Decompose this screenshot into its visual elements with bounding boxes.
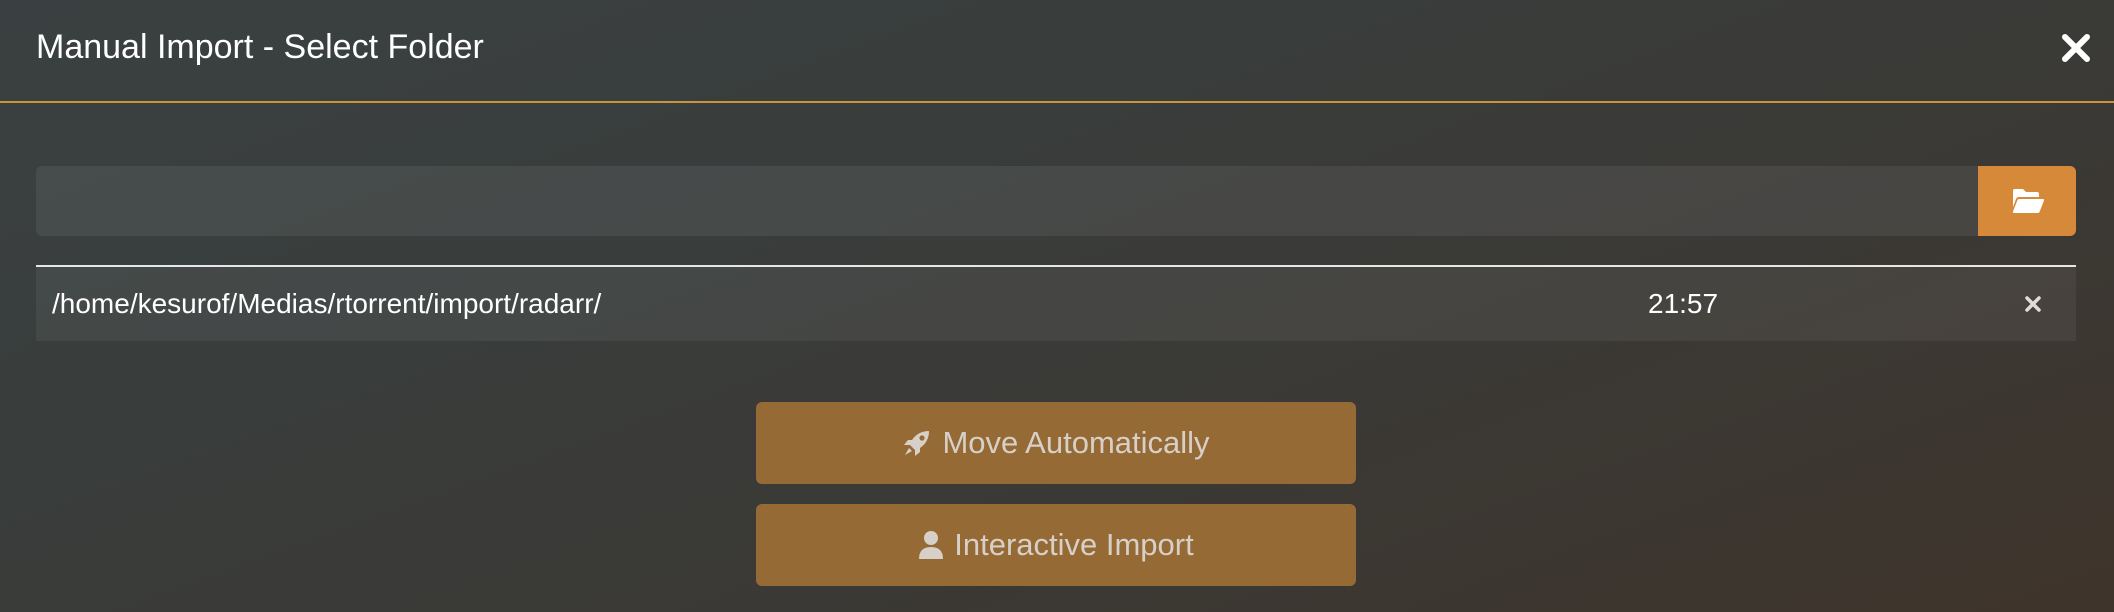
- folder-open-icon: [2012, 189, 2045, 213]
- remove-icon: [2025, 296, 2041, 312]
- path-input[interactable]: [36, 166, 1978, 236]
- interactive-import-button[interactable]: Interactive Import: [756, 504, 1356, 586]
- path-input-group: [36, 166, 2076, 236]
- close-icon: [2062, 34, 2090, 62]
- remove-recent-folder-button[interactable]: [2022, 293, 2044, 315]
- user-icon: [919, 531, 944, 559]
- modal-title: Manual Import - Select Folder: [36, 28, 484, 66]
- move-automatically-button[interactable]: Move Automatically: [756, 402, 1356, 484]
- modal-header: Manual Import - Select Folder: [0, 0, 2114, 103]
- close-button[interactable]: [2056, 28, 2096, 68]
- interactive-import-label: Interactive Import: [954, 527, 1194, 562]
- move-automatically-label: Move Automatically: [942, 425, 1210, 460]
- recent-folder-row[interactable]: /home/kesurof/Medias/rtorrent/import/rad…: [36, 267, 2076, 341]
- browse-folder-button[interactable]: [1978, 166, 2076, 236]
- recent-folder-path[interactable]: /home/kesurof/Medias/rtorrent/import/rad…: [52, 287, 601, 321]
- recent-folder-time: 21:57: [1648, 288, 1719, 319]
- rocket-icon: [904, 431, 930, 456]
- recent-folders-table: /home/kesurof/Medias/rtorrent/import/rad…: [36, 265, 2076, 341]
